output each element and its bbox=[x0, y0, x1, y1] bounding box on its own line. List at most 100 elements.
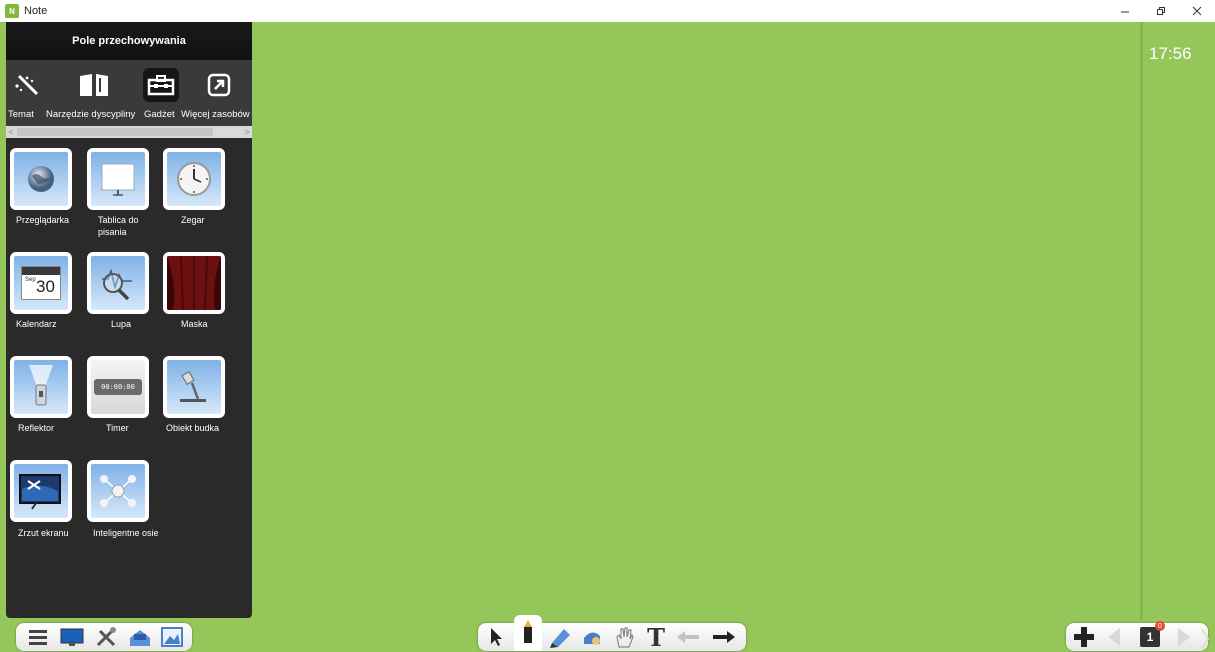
scroll-right-icon[interactable]: > bbox=[242, 126, 252, 138]
flashlight-icon bbox=[29, 365, 53, 406]
undo-button[interactable] bbox=[674, 623, 702, 651]
hand-tool[interactable] bbox=[610, 623, 638, 651]
gadget-label-reflektor: Reflektor bbox=[18, 423, 55, 433]
gadget-label-lupa: Lupa bbox=[111, 319, 132, 329]
page-number: 1 bbox=[1146, 630, 1154, 644]
resources-icon bbox=[130, 630, 150, 646]
close-icon bbox=[1192, 6, 1202, 16]
timer-icon: 00:00:00 bbox=[94, 379, 142, 395]
clock-icon bbox=[177, 162, 211, 196]
tools-icon bbox=[96, 627, 116, 647]
image-button[interactable] bbox=[158, 623, 186, 651]
prev-page-button[interactable] bbox=[1100, 623, 1128, 651]
magic-wand-icon bbox=[15, 74, 39, 96]
next-page-button[interactable] bbox=[1170, 623, 1198, 651]
minimize-icon bbox=[1121, 11, 1129, 13]
bottom-toolbar: 〈 T 1 0 bbox=[0, 615, 1215, 652]
window-controls bbox=[1107, 0, 1215, 22]
drawing-tool-group: T bbox=[478, 615, 746, 652]
page-thumbnail-button[interactable]: 1 0 bbox=[1136, 621, 1165, 651]
toolbox-icon bbox=[147, 75, 175, 96]
title-bar: N Note bbox=[0, 0, 1215, 22]
gadget-lupa[interactable] bbox=[87, 252, 149, 314]
highlighter-tool[interactable] bbox=[546, 623, 574, 651]
scroll-left-icon[interactable]: < bbox=[6, 126, 16, 138]
gadget-przegladarka[interactable] bbox=[10, 148, 72, 210]
restore-button[interactable] bbox=[1143, 0, 1179, 22]
add-page-button[interactable] bbox=[1070, 623, 1098, 651]
book-icon bbox=[80, 74, 108, 96]
external-link-icon bbox=[207, 73, 231, 97]
canvas-divider bbox=[1140, 22, 1143, 620]
document-camera-icon bbox=[180, 370, 206, 402]
globe-icon bbox=[28, 166, 54, 192]
gadget-zegar[interactable] bbox=[163, 148, 225, 210]
undo-icon bbox=[677, 631, 699, 643]
storage-panel: Pole przechowywania Temat Narzędzie dysc… bbox=[6, 22, 252, 618]
category-narzedzie[interactable] bbox=[76, 68, 112, 102]
gadget-zrzut-ekranu[interactable] bbox=[10, 460, 72, 522]
redo-icon bbox=[713, 631, 735, 643]
page-tool-group: 1 0 bbox=[1066, 621, 1208, 651]
restore-icon bbox=[1157, 7, 1165, 15]
gadget-obiekt-budka[interactable] bbox=[163, 356, 225, 418]
curtain-icon bbox=[167, 256, 221, 310]
gadget-maska[interactable] bbox=[163, 252, 225, 314]
prev-page-icon bbox=[1108, 628, 1120, 646]
select-icon bbox=[491, 628, 502, 646]
resources-button[interactable] bbox=[126, 623, 154, 651]
gadget-label-kalendarz: Kalendarz bbox=[16, 319, 57, 329]
calendar-day: 30 bbox=[36, 277, 55, 296]
category-label-narzedzie[interactable]: Narzędzie dyscypliny bbox=[46, 109, 135, 120]
app-icon: N bbox=[5, 4, 19, 18]
left-tool-group bbox=[16, 623, 192, 651]
gadget-label-przegladarka: Przeglądarka bbox=[16, 215, 70, 225]
pen-icon bbox=[524, 620, 532, 643]
gadget-label-zrzut-ekranu: Zrzut ekranu bbox=[18, 528, 69, 538]
eraser-tool[interactable] bbox=[578, 623, 606, 651]
gadget-label-tablica: Tablica do pisania bbox=[98, 215, 139, 237]
add-page-icon bbox=[1074, 627, 1094, 647]
window-title: Note bbox=[24, 5, 48, 17]
gadget-label-obiekt-budka: Obiekt budka bbox=[166, 423, 220, 433]
tools-button[interactable] bbox=[92, 623, 120, 651]
pen-tool[interactable] bbox=[514, 615, 542, 651]
gadget-tablica[interactable] bbox=[87, 148, 149, 210]
gadget-label-inteligentne-osie: Inteligentne osie bbox=[93, 528, 159, 538]
gadget-reflektor[interactable] bbox=[10, 356, 72, 418]
gadget-kalendarz[interactable]: Sep 30 bbox=[10, 252, 72, 314]
gadget-inteligentne-osie[interactable] bbox=[87, 460, 149, 522]
menu-icon bbox=[29, 630, 47, 645]
scroll-thumb[interactable] bbox=[17, 128, 213, 136]
select-tool[interactable] bbox=[482, 623, 510, 651]
gadget-label-maska: Maska bbox=[181, 319, 208, 329]
magnifier-icon bbox=[102, 268, 132, 301]
category-temat[interactable] bbox=[10, 68, 46, 102]
category-wiecej[interactable] bbox=[201, 68, 237, 102]
category-gadzet[interactable] bbox=[143, 68, 179, 102]
close-button[interactable] bbox=[1179, 0, 1215, 22]
minimize-button[interactable] bbox=[1107, 0, 1143, 22]
gadget-label-zegar: Zegar bbox=[181, 215, 205, 225]
redo-button[interactable] bbox=[710, 623, 738, 651]
text-icon: T bbox=[647, 622, 665, 652]
timer-display: 00:00:00 bbox=[101, 383, 135, 391]
menu-button[interactable] bbox=[24, 623, 52, 651]
calendar-month: Sep bbox=[25, 277, 36, 283]
image-icon bbox=[161, 627, 183, 647]
category-label-temat[interactable]: Temat bbox=[8, 109, 34, 120]
category-scrollbar[interactable]: < > bbox=[6, 126, 252, 138]
gadget-timer[interactable]: 00:00:00 bbox=[87, 356, 149, 418]
category-label-gadzet[interactable]: Gadżet bbox=[144, 109, 175, 120]
calendar-icon: Sep 30 bbox=[21, 266, 61, 300]
category-label-wiecej[interactable]: Więcej zasobów bbox=[181, 109, 250, 120]
hand-icon bbox=[616, 627, 634, 648]
whiteboard-icon bbox=[101, 163, 135, 196]
highlighter-icon bbox=[550, 629, 570, 648]
text-tool[interactable]: T bbox=[642, 622, 670, 652]
page-badge: 0 bbox=[1155, 621, 1165, 631]
collapse-right-icon[interactable]: 〉 bbox=[1200, 622, 1215, 652]
panel-title: Pole przechowywania bbox=[6, 22, 252, 60]
eraser-icon bbox=[584, 632, 600, 645]
display-button[interactable] bbox=[58, 623, 86, 651]
